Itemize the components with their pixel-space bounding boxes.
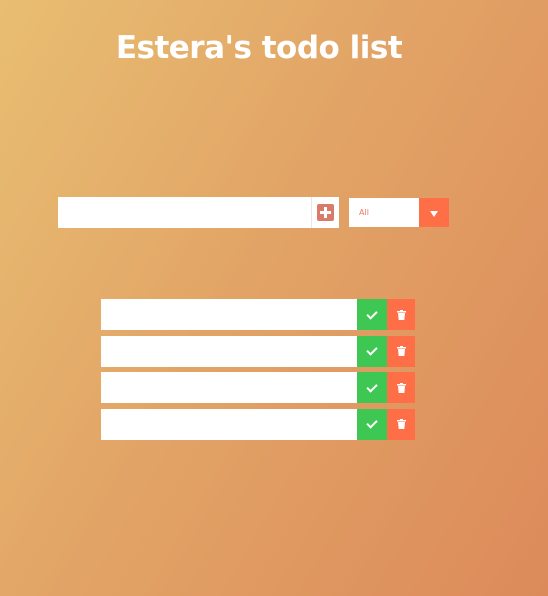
filter-select[interactable]: All [349, 198, 449, 227]
todo-item [101, 408, 415, 440]
complete-button[interactable] [357, 408, 387, 440]
delete-button[interactable] [387, 335, 415, 367]
trash-icon [396, 346, 406, 356]
trash-icon [396, 309, 406, 320]
todo-text [101, 335, 357, 367]
todo-item [101, 372, 415, 403]
todo-text [101, 408, 357, 440]
todo-input[interactable] [58, 197, 308, 228]
check-icon [366, 344, 378, 356]
trash-icon [396, 382, 406, 393]
todo-list [101, 299, 415, 445]
complete-button[interactable] [357, 335, 387, 367]
complete-button[interactable] [357, 372, 387, 403]
filter-selected-value: All [359, 208, 369, 217]
check-icon [366, 380, 378, 393]
plus-square-icon [317, 204, 334, 221]
delete-button[interactable] [387, 299, 415, 330]
todo-item [101, 335, 415, 367]
page-title: Estera's todo list [115, 30, 403, 66]
todo-text [101, 372, 357, 403]
add-todo-button[interactable] [311, 197, 339, 228]
check-icon [366, 417, 378, 429]
todo-item [101, 299, 415, 330]
complete-button[interactable] [357, 299, 387, 330]
add-todo-form [58, 197, 339, 228]
check-icon [366, 307, 378, 320]
caret-down-icon[interactable] [419, 198, 449, 227]
trash-icon [396, 419, 406, 429]
delete-button[interactable] [387, 372, 415, 403]
delete-button[interactable] [387, 408, 415, 440]
todo-text [101, 299, 357, 330]
